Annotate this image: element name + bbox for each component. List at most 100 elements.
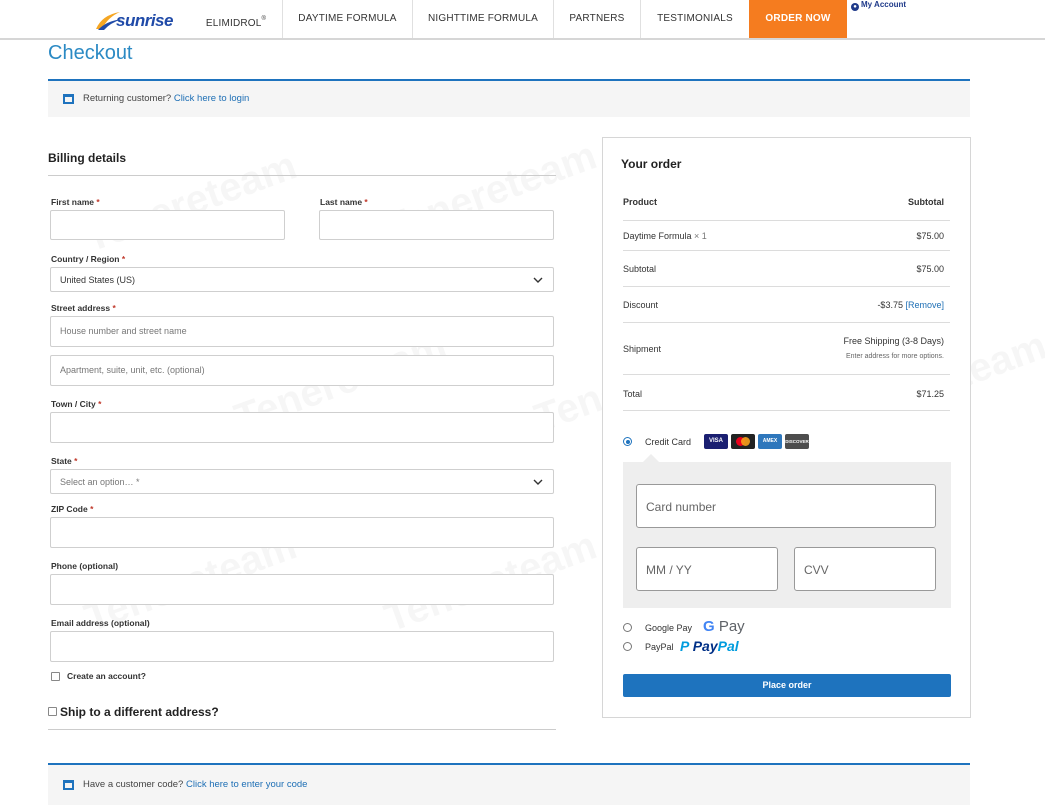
expiry-input[interactable]: MM / YY xyxy=(636,547,778,591)
street-address-label: Street address * xyxy=(51,303,116,313)
place-order-button[interactable]: Place order xyxy=(623,674,951,697)
apartment-field[interactable]: Apartment, suite, unit, etc. (optional) xyxy=(50,355,554,386)
apartment-placeholder: Apartment, suite, unit, etc. (optional) xyxy=(60,365,205,375)
amex-icon: AMEX xyxy=(758,434,782,449)
phone-label: Phone (optional) xyxy=(51,561,119,571)
google-pay-label: Google Pay xyxy=(645,623,693,633)
my-account-label: My Account xyxy=(861,0,907,9)
country-select[interactable]: United States (US) xyxy=(50,267,554,292)
returning-customer-label: Returning customer? xyxy=(83,93,172,104)
state-label: State * xyxy=(51,456,78,466)
divider xyxy=(48,175,556,176)
street-address-field[interactable]: House number and street name xyxy=(50,316,554,347)
nav-nighttime-formula[interactable]: NIGHTTIME FORMULA xyxy=(412,0,553,38)
cvv-input[interactable]: CVV xyxy=(794,547,936,591)
discount-row: Discount -$3.75 [Remove] xyxy=(623,287,950,323)
chevron-down-icon xyxy=(533,479,543,485)
card-number-placeholder: Card number xyxy=(646,500,717,514)
credit-card-radio[interactable] xyxy=(623,437,632,446)
card-panel-pointer xyxy=(643,454,659,462)
returning-customer-text: Returning customer? Click here to login xyxy=(83,93,249,104)
subtotal-column-header: Subtotal xyxy=(908,197,944,207)
order-item-name: Daytime Formula × 1 xyxy=(623,231,707,241)
last-name-label: Last name * xyxy=(320,197,368,207)
customer-code-notice: Have a customer code? Click here to ente… xyxy=(48,763,970,805)
google-pay-logo: G Pay xyxy=(703,618,745,635)
create-account-label: Create an account? xyxy=(67,671,146,681)
card-number-input[interactable]: Card number xyxy=(636,484,936,528)
order-item-row: Daytime Formula × 1 $75.00 xyxy=(623,221,950,251)
city-field[interactable] xyxy=(50,412,554,443)
user-icon: ● xyxy=(851,3,859,11)
google-pay-radio[interactable] xyxy=(623,623,632,632)
card-details-panel: Card number MM / YY CVV xyxy=(623,462,951,608)
country-label: Country / Region * xyxy=(51,254,126,264)
shipment-value: Free Shipping (3-8 Days) xyxy=(843,336,944,346)
first-name-field[interactable] xyxy=(50,210,285,240)
customer-code-label: Have a customer code? xyxy=(83,779,184,790)
order-summary-panel: Your order Product Subtotal Daytime Form… xyxy=(602,137,971,718)
paypal-logo: P PayPal xyxy=(680,638,739,654)
site-header: sunrise ELIMIDROL® DAYTIME FORMULA NIGHT… xyxy=(0,0,1045,40)
discount-label: Discount xyxy=(623,300,659,310)
nav-elimidrol-label: ELIMIDROL xyxy=(205,18,262,29)
your-order-heading: Your order xyxy=(621,157,682,171)
state-value: Select an option… * xyxy=(60,477,140,487)
product-column-header: Product xyxy=(623,197,658,207)
last-name-field[interactable] xyxy=(319,210,554,240)
nav-partners[interactable]: PARTNERS xyxy=(553,0,640,38)
sunrise-logo[interactable]: sunrise xyxy=(92,6,184,34)
visa-icon: VISA xyxy=(704,434,728,449)
nav-elimidrol[interactable]: ELIMIDROL® xyxy=(190,0,282,38)
total-row: Total $71.25 xyxy=(623,375,950,411)
discount-value: -$3.75 xyxy=(877,300,903,310)
total-label: Total xyxy=(623,389,643,399)
login-link[interactable]: Click here to login xyxy=(174,93,250,104)
billing-details-heading: Billing details xyxy=(48,151,127,165)
city-label: Town / City * xyxy=(51,399,102,409)
enter-code-link[interactable]: Click here to enter your code xyxy=(186,779,307,790)
order-item-price: $75.00 xyxy=(916,231,944,241)
mastercard-icon xyxy=(731,434,755,449)
chevron-down-icon xyxy=(533,277,543,283)
phone-field[interactable] xyxy=(50,574,554,605)
shipment-note: Enter address for more options. xyxy=(845,353,944,360)
create-account-checkbox[interactable] xyxy=(51,672,60,681)
email-field[interactable] xyxy=(50,631,554,662)
subtotal-value: $75.00 xyxy=(916,264,944,274)
total-value: $71.25 xyxy=(916,389,944,399)
divider xyxy=(48,729,556,730)
nav-daytime-formula[interactable]: DAYTIME FORMULA xyxy=(282,0,412,38)
customer-code-text: Have a customer code? Click here to ente… xyxy=(83,779,307,790)
paypal-label: PayPal xyxy=(645,642,674,652)
cvv-placeholder: CVV xyxy=(804,563,829,577)
shipment-row: Shipment Free Shipping (3-8 Days) Enter … xyxy=(623,323,950,375)
paypal-radio[interactable] xyxy=(623,642,632,651)
country-value: United States (US) xyxy=(60,275,136,285)
subtotal-row: Subtotal $75.00 xyxy=(623,251,950,287)
shipment-label: Shipment xyxy=(623,344,662,354)
window-icon xyxy=(63,780,74,790)
ship-different-address-label: Ship to a different address? xyxy=(60,705,219,719)
remove-discount-link[interactable]: [Remove] xyxy=(905,300,944,310)
registered-mark: ® xyxy=(261,16,267,22)
window-icon xyxy=(63,94,74,104)
subtotal-label: Subtotal xyxy=(623,264,657,274)
order-table-header: Product Subtotal xyxy=(623,194,950,221)
logo-wordmark: sunrise xyxy=(116,11,173,30)
first-name-label: First name * xyxy=(51,197,100,207)
ship-different-checkbox[interactable] xyxy=(48,707,57,716)
discover-icon: DISCOVER xyxy=(785,434,809,449)
street-address-placeholder: House number and street name xyxy=(60,326,187,336)
zip-code-label: ZIP Code * xyxy=(51,504,94,514)
my-account-link[interactable]: ● My Account xyxy=(851,0,906,11)
zip-code-field[interactable] xyxy=(50,517,554,548)
state-select[interactable]: Select an option… * xyxy=(50,469,554,494)
discount-value-group: -$3.75 [Remove] xyxy=(877,300,944,310)
returning-customer-notice: Returning customer? Click here to login xyxy=(48,79,970,117)
nav-testimonials[interactable]: TESTIMONIALS xyxy=(640,0,749,38)
nav-order-now-button[interactable]: ORDER NOW xyxy=(749,0,847,38)
credit-card-label: Credit Card xyxy=(645,437,692,447)
email-label: Email address (optional) xyxy=(51,618,150,628)
expiry-placeholder: MM / YY xyxy=(646,563,692,577)
